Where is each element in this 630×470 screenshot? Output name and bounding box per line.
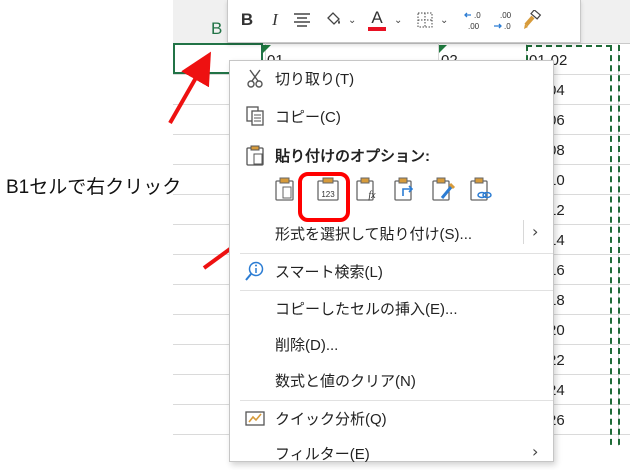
- font-color-letter: A: [371, 8, 383, 27]
- search-info-icon: [245, 261, 264, 281]
- chevron-right-icon: ›: [532, 222, 539, 241]
- copy-label: コピー(C): [275, 109, 341, 126]
- scissors-icon: [247, 69, 263, 88]
- increase-decimal-button[interactable]: .0 .00: [460, 6, 488, 34]
- paste-options-label: 貼り付けのオプション:: [275, 148, 430, 165]
- menu-item-smart-lookup[interactable]: スマート検索(L): [230, 254, 553, 288]
- clear-contents-label: 数式と値のクリア(N): [275, 373, 416, 390]
- bold-button[interactable]: B: [236, 6, 258, 34]
- paste-values-highlight: [298, 172, 350, 222]
- arrow-to-b1: [168, 51, 211, 124]
- italic-button[interactable]: I: [264, 6, 286, 34]
- font-color-swatch: [368, 27, 386, 31]
- decrease-decimal-icon: .00 .0: [494, 11, 512, 31]
- paste-transpose-icon[interactable]: [392, 176, 418, 202]
- menu-item-paste-special[interactable]: 形式を選択して貼り付け(S)... ›: [230, 216, 553, 250]
- chevron-down-icon[interactable]: ⌄: [348, 15, 356, 26]
- font-color-button[interactable]: A: [366, 6, 388, 34]
- menu-item-copy[interactable]: コピー(C): [230, 99, 553, 133]
- chevron-down-icon[interactable]: ⌄: [440, 15, 448, 26]
- svg-text:.0: .0: [474, 11, 481, 20]
- paint-bucket-icon: [327, 12, 340, 25]
- paste-icon[interactable]: [272, 176, 298, 202]
- fill-color-button[interactable]: [322, 6, 344, 34]
- cut-label: 切り取り(T): [275, 71, 355, 88]
- paste-link-icon[interactable]: [468, 176, 494, 202]
- menu-item-insert-copied-cells[interactable]: コピーしたセルの挿入(E)...: [230, 291, 553, 325]
- format-painter-icon: [524, 10, 542, 29]
- mini-toolbar: B I ⌄ A ⌄ ⌄ .0 .00 .00 .0: [227, 0, 581, 43]
- format-painter-button[interactable]: [520, 6, 544, 34]
- clipboard-icon: [246, 145, 264, 166]
- align-center-button[interactable]: [290, 6, 314, 34]
- svg-text:fx: fx: [368, 190, 376, 201]
- menu-item-delete[interactable]: 削除(D)...: [230, 327, 553, 361]
- decrease-decimal-button[interactable]: .00 .0: [490, 6, 518, 34]
- context-menu: 切り取り(T) コピー(C) 貼り付けのオプション: 123 fx 形式を選択し…: [229, 60, 554, 463]
- chevron-down-icon[interactable]: ⌄: [394, 15, 402, 26]
- paste-formatting-icon[interactable]: [430, 176, 456, 202]
- chevron-right-icon: ›: [532, 442, 539, 461]
- align-center-icon: [294, 13, 310, 27]
- paste-formulas-icon[interactable]: fx: [354, 176, 380, 202]
- paste-options-heading: 貼り付けのオプション:: [230, 138, 553, 172]
- menu-item-clear-contents[interactable]: 数式と値のクリア(N): [230, 363, 553, 397]
- paste-special-label: 形式を選択して貼り付け(S)...: [275, 226, 473, 243]
- svg-text:.0: .0: [504, 22, 511, 31]
- svg-text:.00: .00: [468, 22, 480, 31]
- menu-item-cut[interactable]: 切り取り(T): [230, 61, 553, 95]
- menu-item-filter[interactable]: フィルター(E) ›: [230, 436, 553, 470]
- svg-text:.00: .00: [500, 11, 512, 20]
- submenu-divider: [523, 220, 524, 244]
- increase-decimal-icon: .0 .00: [464, 11, 481, 31]
- insert-copied-cells-label: コピーしたセルの挿入(E)...: [275, 301, 458, 318]
- borders-button[interactable]: [414, 6, 436, 34]
- smart-lookup-label: スマート検索(L): [275, 264, 383, 281]
- menu-item-quick-analysis[interactable]: クイック分析(Q): [230, 401, 553, 435]
- copy-icon: [246, 106, 264, 126]
- quick-analysis-label: クイック分析(Q): [275, 411, 387, 428]
- delete-label: 削除(D)...: [275, 337, 339, 354]
- borders-icon: [417, 12, 433, 28]
- quick-analysis-icon: [245, 411, 265, 426]
- filter-label: フィルター(E): [275, 446, 370, 463]
